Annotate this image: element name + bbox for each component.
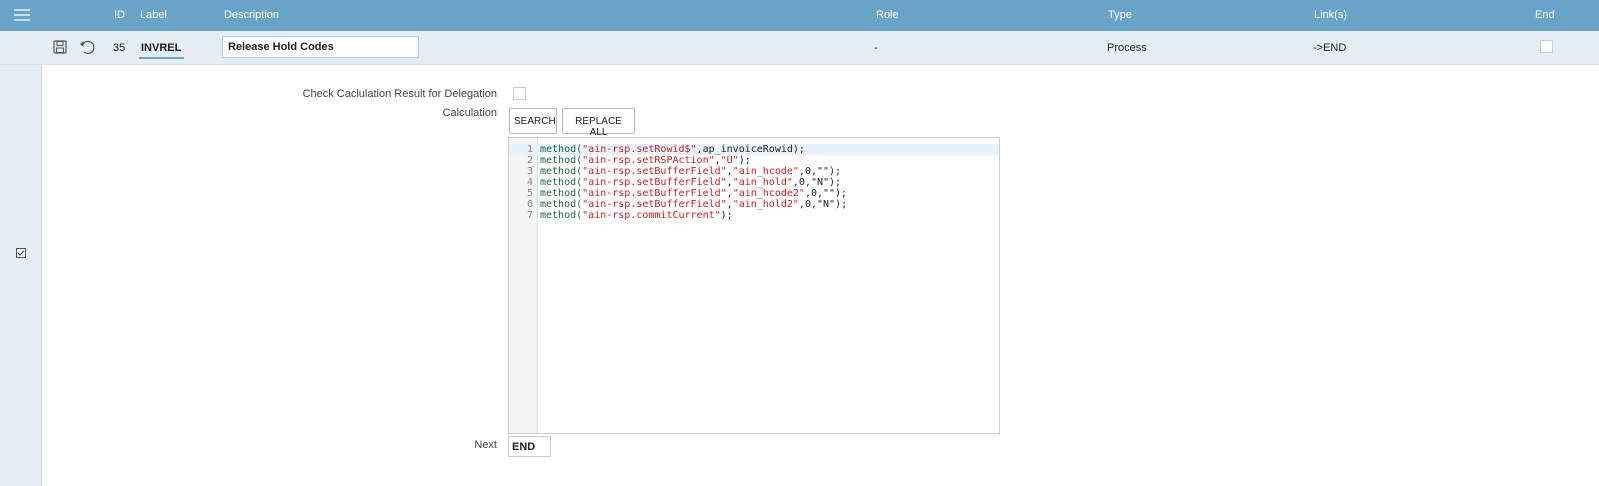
check-delegation-label: Check Caclulation Result for Delegation (302, 88, 497, 100)
code-line[interactable]: 4 method("ain-rsp.setBufferField","ain_ho… (509, 177, 999, 188)
col-header-type[interactable]: Type (1108, 9, 1132, 21)
col-header-end[interactable]: End (1535, 9, 1555, 21)
table-header: ID Label Description Role Type Link(s) E… (0, 0, 1599, 31)
calculation-label: Calculation (442, 107, 497, 119)
search-button[interactable]: SEARCH (509, 108, 557, 134)
check-delegation-checkbox[interactable] (513, 87, 526, 100)
save-icon[interactable] (52, 39, 68, 55)
code-line[interactable]: 1 method("ain-rsp.setRowid$",ap_invoiceRo… (509, 144, 999, 155)
hamburger-icon[interactable] (14, 9, 30, 21)
code-line[interactable]: 5 method("ain-rsp.setBufferField","ain_hc… (509, 188, 999, 199)
col-header-role[interactable]: Role (876, 9, 899, 21)
description-field[interactable]: Release Hold Codes (222, 36, 419, 58)
code-editor[interactable]: 1 method("ain-rsp.setRowid$",ap_invoiceRo… (508, 137, 1000, 434)
next-field[interactable]: END (508, 436, 551, 457)
row-id: 35 (113, 42, 126, 54)
table-row[interactable]: 35 INVREL Release Hold Codes - Process -… (0, 31, 1599, 65)
row-select-column (0, 65, 42, 486)
col-header-description[interactable]: Description (224, 9, 279, 21)
code-line[interactable]: 3 method("ain-rsp.setBufferField","ain_hc… (509, 166, 999, 177)
row-links[interactable]: ->END (1313, 42, 1346, 54)
row-role: - (874, 42, 878, 54)
row-type: Process (1107, 42, 1147, 54)
label-field[interactable]: INVREL (139, 37, 184, 59)
next-label: Next (474, 439, 497, 451)
col-header-label[interactable]: Label (140, 9, 167, 21)
end-checkbox[interactable] (1540, 40, 1553, 53)
replace-all-button[interactable]: REPLACE ALL (562, 108, 635, 138)
code-line[interactable]: 7 method("ain-rsp.commitCurrent"); (509, 210, 999, 221)
code-line[interactable]: 6 method("ain-rsp.setBufferField","ain_ho… (509, 199, 999, 210)
code-line[interactable]: 2 method("ain-rsp.setRSPAction","U"); (509, 155, 999, 166)
undo-icon[interactable] (78, 39, 95, 55)
checkbox-checked-icon[interactable] (16, 248, 26, 258)
col-header-links[interactable]: Link(s) (1314, 9, 1347, 21)
col-header-id[interactable]: ID (114, 9, 125, 21)
